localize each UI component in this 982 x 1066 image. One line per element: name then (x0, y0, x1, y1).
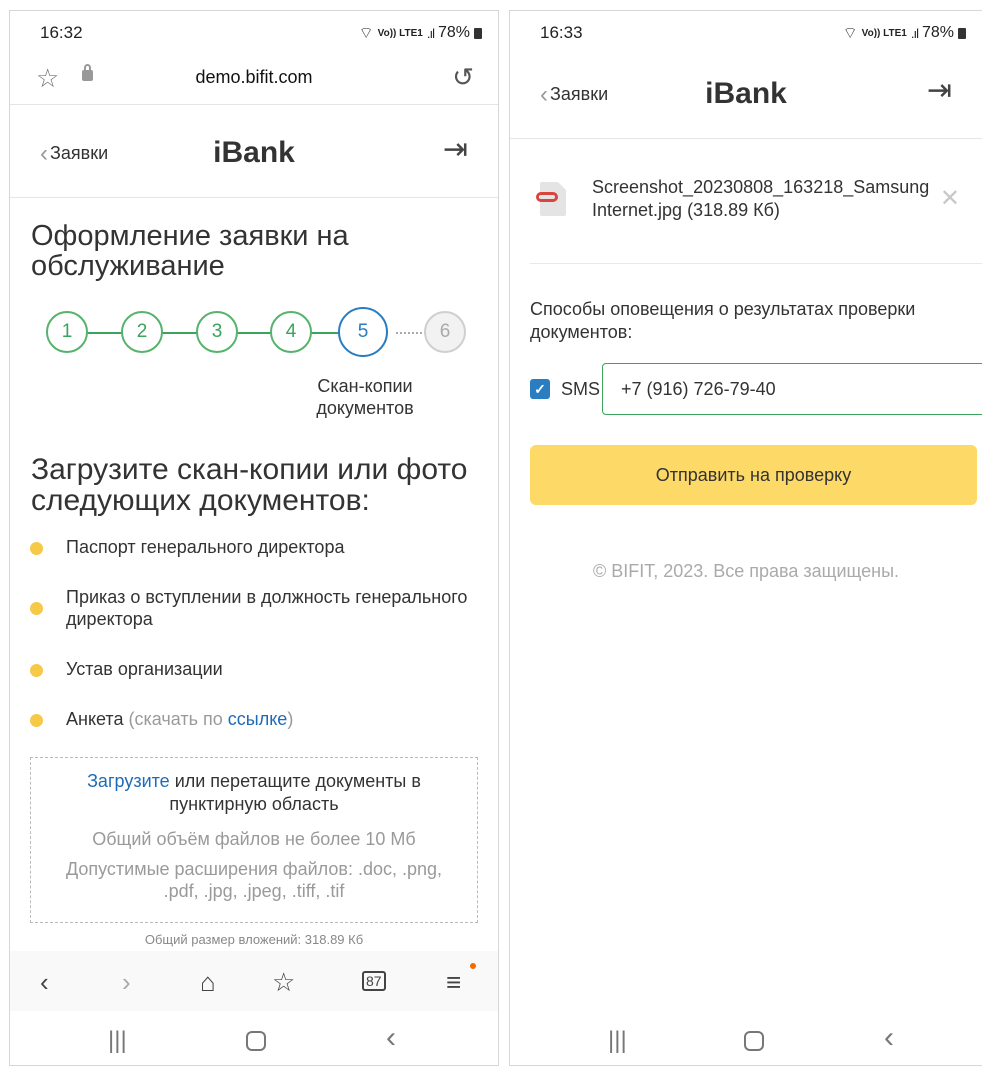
stepper: 1 2 3 4 5 6 (46, 307, 466, 357)
url-text[interactable]: demo.bifit.com (10, 67, 498, 88)
doc-passport: Паспорт генерального директора (66, 537, 345, 557)
step-4[interactable]: 4 (270, 311, 312, 353)
submit-for-review-button[interactable]: Отправить на проверку (530, 445, 977, 505)
upload-heading: Загрузите скан-копии или фото следующих … (31, 453, 468, 517)
step-6: 6 (424, 311, 466, 353)
forward-icon[interactable]: › (122, 967, 131, 998)
step-connector (86, 332, 126, 334)
battery-percent: 78% (921, 24, 954, 41)
status-time: 16:32 (40, 23, 83, 42)
remove-file-icon[interactable]: ✕ (940, 184, 960, 213)
form-hint-pre: (скачать по (128, 709, 228, 729)
sms-checkbox[interactable]: ✓ (530, 379, 550, 399)
home-button-icon[interactable] (246, 1031, 266, 1051)
step-caption: Скан-копии документов (316, 376, 414, 418)
list-item: Приказ о вступлении в должность генераль… (30, 586, 470, 630)
step-3[interactable]: 3 (196, 311, 238, 353)
brand-logo: iBank (213, 136, 295, 169)
battery-percent: 78% (437, 24, 470, 41)
file-dropzone[interactable]: Загрузите или перетащите документы в пун… (30, 757, 478, 923)
back-icon[interactable]: ‹ (40, 967, 49, 998)
status-bar: 16:33 ⌔ Vo)) LTE1 .ıl 78% (510, 11, 982, 49)
step-connector (161, 332, 201, 334)
file-name: Screenshot_20230808_163218_Samsung Inter… (592, 177, 930, 220)
file-icon (536, 182, 566, 216)
bookmarks-icon[interactable]: ☆ (272, 967, 295, 998)
sms-option: ✓ SMS +7 (916) 726-79-40 (530, 363, 982, 415)
browser-url-bar: ☆ demo.bifit.com ↺ (10, 49, 498, 105)
form-hint-post: ) (287, 709, 294, 729)
phone-input[interactable]: +7 (916) 726-79-40 (602, 363, 982, 415)
system-navbar: ||| ‹ (510, 1011, 982, 1065)
wifi-icon: ⌔ (842, 25, 858, 42)
system-back-icon[interactable]: ‹ (884, 1021, 894, 1055)
step-5-current: 5 (338, 307, 388, 357)
recent-apps-icon[interactable]: ||| (108, 1027, 127, 1055)
copyright: © BIFIT, 2023. Все права защищены. (592, 561, 900, 581)
step-2[interactable]: 2 (121, 311, 163, 353)
upload-link[interactable]: Загрузите (87, 771, 170, 791)
form-download-link[interactable]: ссылке (228, 709, 288, 729)
list-item: Анкета (скачать по ссылке) (30, 708, 470, 730)
browser-toolbar: ‹ › ⌂ ☆ 87 ≡ (10, 951, 498, 1011)
signal-icon: .ıl (426, 25, 435, 41)
app-header: ‹ Заявки iBank ⇥ (10, 108, 498, 198)
home-button-icon[interactable] (744, 1031, 764, 1051)
system-back-icon[interactable]: ‹ (386, 1021, 396, 1055)
network-label: Vo)) LTE1 (377, 27, 423, 39)
network-label: Vo)) LTE1 (861, 27, 907, 39)
status-icons: ⌔ Vo)) LTE1 .ıl 78% (843, 23, 966, 43)
home-icon[interactable]: ⌂ (200, 967, 216, 998)
doc-form: Анкета (66, 709, 124, 729)
step-connector-dotted (396, 332, 426, 334)
required-documents-list: Паспорт генерального директора Приказ о … (30, 536, 470, 758)
dropzone-instructions: Загрузите или перетащите документы в пун… (31, 770, 477, 816)
recent-apps-icon[interactable]: ||| (608, 1027, 627, 1055)
paperclip-icon (536, 192, 558, 202)
page-title: Оформление заявки на обслуживание (31, 220, 349, 282)
wifi-icon: ⌔ (358, 25, 374, 42)
status-bar: 16:32 ⌔ Vo)) LTE1 .ıl 78% (10, 11, 498, 49)
doc-charter: Устав организации (66, 659, 223, 679)
logout-icon[interactable]: ⇥ (443, 132, 468, 167)
tabs-icon[interactable]: 87 (362, 971, 386, 991)
app-header: ‹ Заявки iBank ⇥ (510, 49, 982, 139)
size-limit-text: Общий объём файлов не более 10 Мб (92, 829, 416, 849)
doc-order: Приказ о вступлении в должность генераль… (66, 587, 468, 629)
divider (530, 263, 982, 264)
left-screen: 16:32 ⌔ Vo)) LTE1 .ıl 78% ☆ demo.bifit.c… (9, 10, 499, 1066)
reload-icon[interactable]: ↺ (452, 62, 474, 93)
attached-file: Screenshot_20230808_163218_Samsung Inter… (536, 176, 970, 236)
dropzone-text: или перетащите документы в пунктирную об… (169, 771, 421, 814)
logout-icon[interactable]: ⇥ (927, 73, 952, 108)
right-screen: 16:33 ⌔ Vo)) LTE1 .ıl 78% ‹ Заявки iBank … (509, 10, 982, 1066)
battery-icon (958, 27, 966, 39)
extensions-text: Допустимые расширения файлов: .doc, .png… (65, 859, 443, 901)
notification-dot (470, 963, 476, 969)
notification-methods-label: Способы оповещения о результатах проверк… (530, 299, 916, 342)
list-item: Паспорт генерального директора (30, 536, 470, 558)
battery-icon (474, 27, 482, 39)
sms-label: SMS (561, 379, 601, 399)
status-time: 16:33 (540, 23, 583, 42)
step-1[interactable]: 1 (46, 311, 88, 353)
status-icons: ⌔ Vo)) LTE1 .ıl 78% (359, 23, 482, 43)
list-item: Устав организации (30, 658, 470, 680)
signal-icon: .ıl (910, 25, 919, 41)
brand-logo: iBank (705, 77, 787, 110)
menu-icon[interactable]: ≡ (446, 967, 461, 998)
attachments-total: Общий размер вложений: 318.89 Кб (144, 932, 364, 947)
system-navbar: ||| ‹ (10, 1011, 498, 1065)
